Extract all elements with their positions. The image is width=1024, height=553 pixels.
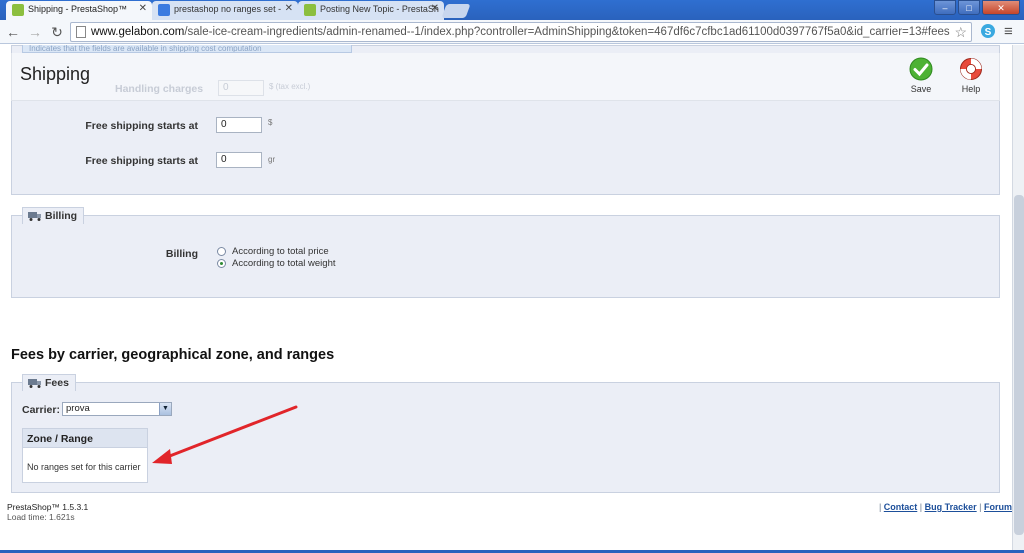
browser-menu-icon[interactable]: ≡: [1004, 23, 1013, 40]
page-header: Handling charges 0 $ (tax excl.): [11, 53, 1000, 101]
fees-section-heading: Fees by carrier, geographical zone, and …: [11, 347, 335, 363]
address-bar[interactable]: www.gelabon.com/sale-ice-cream-ingredien…: [70, 22, 972, 42]
save-label: Save: [910, 84, 932, 94]
page-title: Shipping: [20, 64, 91, 84]
currency-unit: $: [268, 118, 273, 127]
close-tab-icon[interactable]: ✕: [285, 3, 293, 14]
zone-range-header: Zone / Range: [23, 429, 147, 448]
address-path: /sale-ice-cream-ingredients/admin-rename…: [184, 26, 950, 38]
svg-text:S: S: [985, 27, 992, 38]
minimize-window-button[interactable]: –: [934, 0, 956, 15]
scrollbar-thumb[interactable]: [1014, 195, 1024, 535]
reload-button[interactable]: ↻: [48, 23, 66, 41]
carrier-label: Carrier:: [22, 404, 60, 416]
free-shipping-price-input[interactable]: 0: [216, 117, 262, 133]
free-shipping-weight-label: Free shipping starts at: [85, 155, 198, 167]
prestashop-version: PrestaShop™ 1.5.3.1: [7, 502, 89, 512]
window-controls: – □ ✕: [934, 0, 1020, 16]
close-window-button[interactable]: ✕: [982, 0, 1020, 15]
fees-legend: Fees: [22, 374, 76, 391]
footer-links: | Contact | Bug Tracker | Forum: [878, 502, 1012, 512]
free-shipping-price-label: Free shipping starts at: [85, 120, 198, 132]
forum-link[interactable]: Forum: [984, 502, 1012, 512]
new-tab-button[interactable]: [441, 4, 471, 18]
radio-total-price-label[interactable]: According to total price: [232, 246, 329, 257]
tab-posting-new-topic[interactable]: Posting New Topic - PrestaSh ✕: [298, 1, 444, 20]
help-label: Help: [961, 84, 981, 94]
page-viewport: Indicates that the fields are available …: [0, 45, 1012, 550]
tab-title: Posting New Topic - PrestaSh: [320, 4, 439, 14]
radio-total-price[interactable]: [217, 247, 226, 256]
skype-extension-icon[interactable]: S: [980, 23, 996, 42]
back-button[interactable]: ←: [4, 23, 22, 41]
fees-legend-text: Fees: [45, 377, 69, 389]
no-ranges-message: No ranges set for this carrier: [27, 462, 141, 472]
close-tab-icon[interactable]: ✕: [431, 3, 439, 14]
lifebuoy-icon: [960, 58, 982, 80]
checkmark-icon: [909, 57, 933, 81]
weight-unit: gr: [268, 155, 276, 164]
billing-legend-text: Billing: [45, 210, 78, 222]
maximize-window-button[interactable]: □: [958, 0, 980, 15]
forward-button[interactable]: →: [26, 23, 44, 41]
billing-legend: Billing: [22, 207, 85, 224]
contact-link[interactable]: Contact: [884, 502, 918, 512]
tab-title: prestashop no ranges set -: [174, 4, 282, 14]
help-button[interactable]: Help: [951, 57, 991, 94]
browser-tab-strip: Shipping - PrestaShop™ ✕ prestashop no r…: [0, 0, 1024, 20]
handling-charges-unit: $ (tax excl.): [269, 82, 311, 91]
radio-total-weight[interactable]: [217, 259, 226, 268]
load-time: Load time: 1.621s: [7, 512, 75, 522]
carrier-select-value: prova: [66, 403, 90, 414]
bug-tracker-link[interactable]: Bug Tracker: [925, 502, 977, 512]
truck-icon: [28, 212, 41, 221]
tab-google-search[interactable]: prestashop no ranges set - ✕: [152, 1, 298, 20]
prestashop-favicon-icon: [304, 4, 316, 16]
address-domain: www.gelabon.com: [91, 26, 185, 38]
tab-title: Shipping - PrestaShop™: [28, 4, 128, 14]
vertical-scrollbar[interactable]: [1012, 45, 1024, 550]
page-icon: [76, 26, 86, 38]
handling-charges-label: Handling charges: [115, 83, 204, 95]
tab-shipping[interactable]: Shipping - PrestaShop™ ✕: [6, 1, 152, 20]
zone-range-table: Zone / Range No ranges set for this carr…: [22, 428, 148, 483]
footer-info: PrestaShop™ 1.5.3.1 Load time: 1.621s: [7, 502, 88, 522]
radio-total-weight-label[interactable]: According to total weight: [232, 258, 336, 269]
save-button[interactable]: Save: [901, 57, 941, 94]
hint-message: Indicates that the fields are available …: [22, 45, 352, 53]
free-shipping-weight-input[interactable]: 0: [216, 152, 262, 168]
billing-label: Billing: [165, 248, 198, 260]
truck-icon: [28, 379, 41, 388]
handling-charges-input: 0: [218, 80, 264, 96]
annotation-arrow-icon: [152, 405, 298, 464]
close-tab-icon[interactable]: ✕: [139, 3, 147, 14]
bookmark-star-icon[interactable]: ☆: [954, 23, 967, 41]
browser-toolbar: ← → ↻ www.gelabon.com/sale-ice-cream-ing…: [0, 20, 1024, 44]
prestashop-favicon-icon: [12, 4, 24, 16]
google-favicon-icon: [158, 4, 170, 16]
